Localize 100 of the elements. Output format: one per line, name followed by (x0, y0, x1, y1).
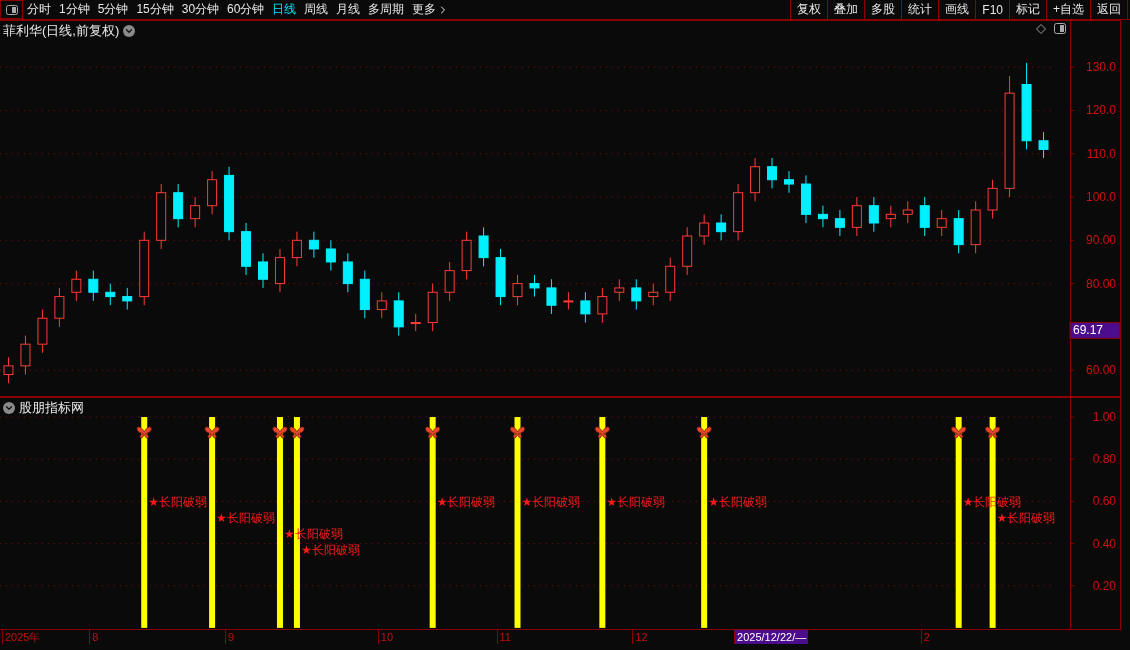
axis-label: 0.80 (1092, 452, 1116, 467)
candlestick (750, 157, 761, 202)
candlestick (291, 231, 302, 267)
candlestick (953, 209, 964, 254)
candlestick (614, 278, 625, 302)
date-label: 2025年 (2, 630, 43, 644)
candlestick (20, 335, 31, 375)
signal-label: ★长阳破弱 (521, 495, 581, 510)
butterfly-icon (510, 426, 526, 439)
candlestick (190, 196, 201, 228)
dropdown-icon[interactable] (123, 25, 136, 37)
period-tab[interactable]: 分时 (23, 0, 55, 19)
butterfly-icon (272, 426, 288, 439)
candlestick (207, 170, 218, 215)
date-label: 9 (225, 630, 237, 644)
signal-label: ★长阳破弱 (996, 511, 1056, 526)
axis-label: 100.0 (1085, 190, 1116, 205)
candlestick (71, 270, 82, 302)
signal-label: ★长阳破弱 (606, 495, 666, 510)
axis-label: 110.0 (1086, 146, 1116, 161)
candlestick (512, 274, 523, 306)
candlestick (122, 287, 133, 311)
candlestick (817, 205, 828, 228)
candlestick (478, 226, 489, 267)
candlestick (868, 196, 879, 233)
candlestick (410, 313, 421, 332)
candlestick (834, 209, 845, 237)
candlestick (987, 179, 998, 220)
dropdown-icon[interactable] (3, 402, 15, 414)
candlestick (800, 174, 811, 224)
candlestick (665, 257, 676, 302)
candlestick (682, 226, 693, 276)
candlestick (936, 209, 947, 237)
date-label: 10 (377, 630, 395, 644)
candlestick (851, 196, 862, 237)
signal-label: ★长阳破弱 (962, 495, 1022, 510)
date-label: 11 (496, 630, 513, 644)
date-label: 12 (632, 630, 650, 644)
period-tab[interactable]: 月线 (332, 0, 365, 19)
axis-label: 60.00 (1085, 363, 1116, 378)
candlestick (376, 291, 387, 319)
signal-label: ★长阳破弱 (148, 495, 207, 510)
butterfly-icon (289, 426, 305, 439)
candlestick (258, 252, 268, 289)
candlestick (241, 222, 252, 276)
candlestick (648, 283, 659, 306)
axis-label: 90.00 (1085, 233, 1116, 248)
signal-label: ★长阳破弱 (436, 495, 496, 510)
candlestick (444, 261, 455, 302)
candlestick (716, 213, 727, 241)
candlestick (970, 200, 981, 254)
period-tab[interactable]: 多周期 (364, 0, 409, 19)
candlestick (529, 274, 540, 298)
period-tab[interactable]: 60分钟 (223, 0, 269, 19)
signal-label: ★长阳破弱 (300, 543, 360, 558)
candlestick (597, 287, 608, 324)
period-tab[interactable]: 5分钟 (93, 0, 133, 19)
candlestick (784, 170, 794, 194)
butterfly-icon (594, 426, 610, 439)
candlestick (274, 248, 285, 293)
candlestick (495, 248, 506, 306)
candlestick (308, 231, 319, 259)
period-tab[interactable]: 日线 (268, 0, 301, 19)
candlestick (325, 239, 336, 272)
period-tab[interactable]: 1分钟 (55, 0, 94, 19)
panel-toggle-icon[interactable] (1054, 23, 1066, 34)
candlestick (3, 356, 14, 384)
cursor-date: 2025/12/22/— (734, 630, 809, 644)
period-tab[interactable]: 周线 (300, 0, 333, 19)
date-label: 8 (89, 630, 101, 644)
axis-label: 1.00 (1092, 410, 1116, 425)
candlestick (37, 309, 48, 354)
diamond-icon[interactable] (1036, 23, 1046, 34)
more-button[interactable]: 更多 (408, 0, 454, 19)
axis-label: 0.40 (1092, 536, 1116, 551)
candlestick (902, 200, 913, 224)
panel-toggle-icon[interactable] (0, 0, 23, 19)
axis-label: 120.0 (1085, 103, 1116, 118)
period-tab[interactable]: 15分钟 (132, 0, 178, 19)
candlestick (767, 157, 778, 189)
period-tab[interactable]: 30分钟 (177, 0, 224, 19)
date-label: 2 (920, 630, 932, 644)
signal-label: ★长阳破弱 (216, 511, 275, 526)
axis-label: 130.0 (1085, 60, 1116, 75)
butterfly-icon (136, 426, 152, 439)
butterfly-icon (951, 426, 967, 439)
axis-label: 0.20 (1092, 578, 1116, 593)
chart-title: 菲利华(日线,前复权) (3, 22, 120, 40)
candlestick (88, 270, 99, 302)
candlestick (105, 283, 116, 306)
candlestick (393, 291, 404, 337)
candlestick (461, 231, 472, 280)
axis-label: 80.00 (1085, 276, 1116, 291)
price-tag: 69.17 (1069, 321, 1120, 339)
butterfly-icon (425, 426, 441, 439)
butterfly-icon (696, 426, 712, 439)
butterfly-icon (985, 426, 1001, 439)
toolbar-button[interactable]: 返回 (1090, 0, 1128, 19)
candlestick (342, 252, 353, 293)
candlestick (359, 270, 370, 319)
